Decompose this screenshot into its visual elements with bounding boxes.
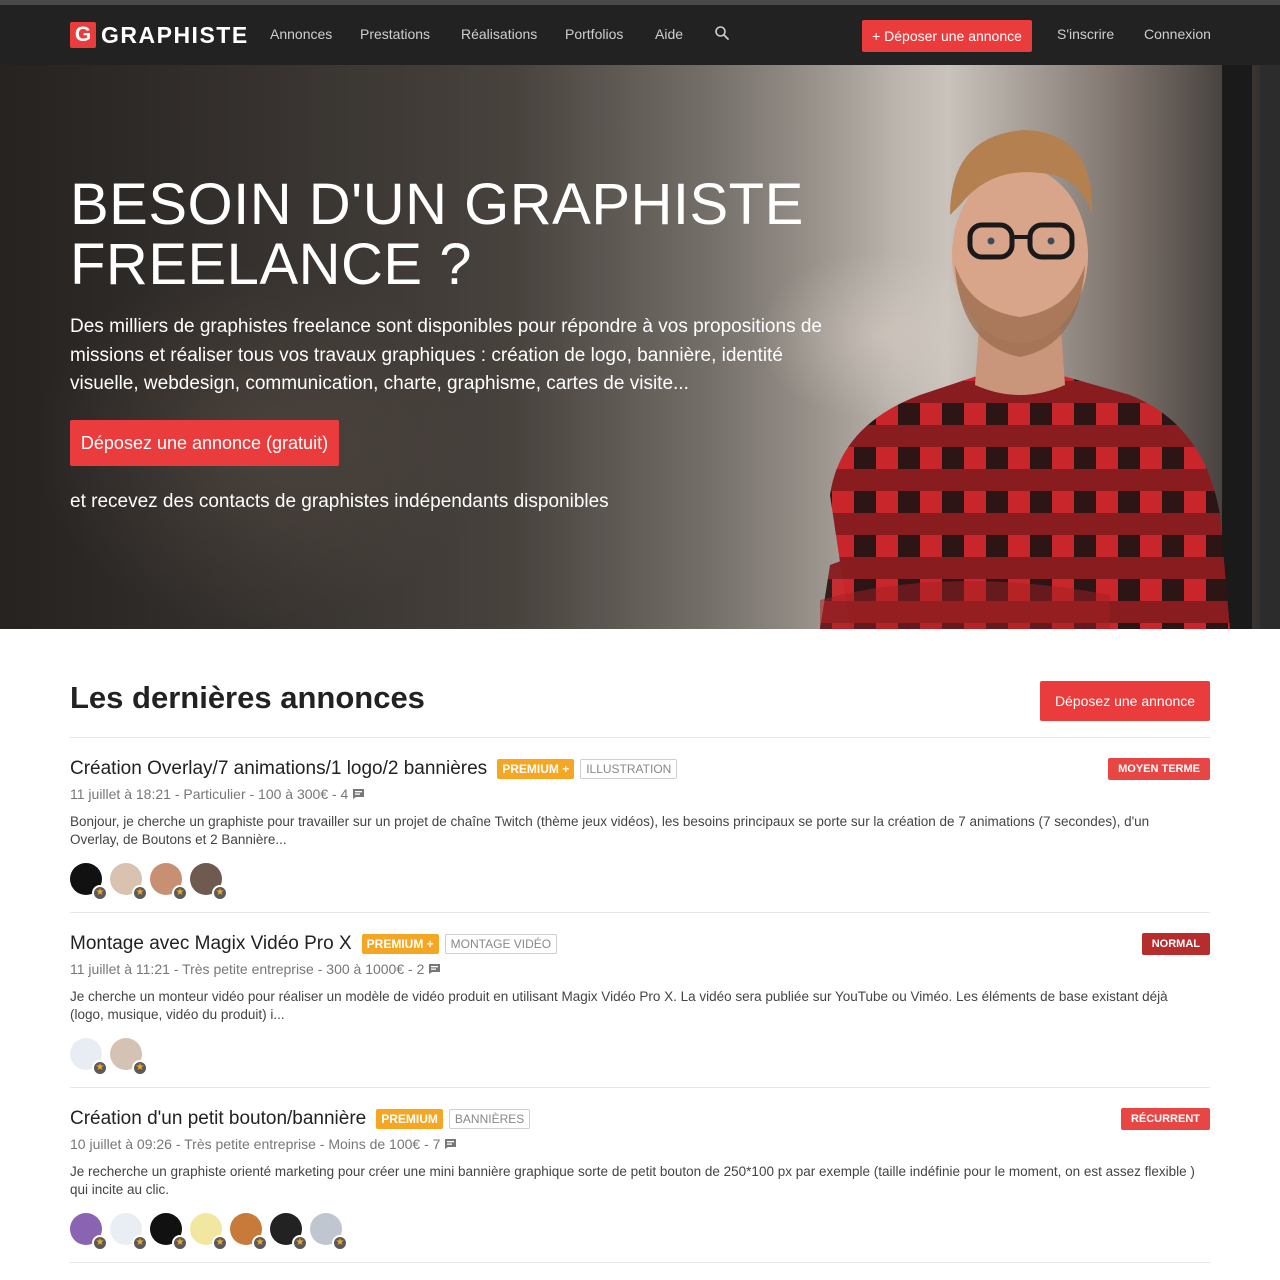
star-icon <box>132 1060 148 1076</box>
section-post-ad-button[interactable]: Déposez une annonce <box>1040 681 1210 721</box>
ad-listing-2: Montage avec Magix Vidéo Pro X PREMIUM +… <box>70 932 1210 1076</box>
premium-badge: PREMIUM + <box>361 934 439 954</box>
search-icon[interactable] <box>714 25 730 41</box>
star-icon <box>92 1060 108 1076</box>
ad-meta: 11 juillet à 18:21 - Particulier - 100 à… <box>70 786 349 802</box>
nav-annonces[interactable]: Annonces <box>270 26 332 42</box>
avatar[interactable] <box>310 1213 348 1251</box>
star-icon <box>292 1235 308 1251</box>
premium-badge: PREMIUM + <box>497 759 575 779</box>
category-badge[interactable]: ILLUSTRATION <box>580 759 678 779</box>
avatar[interactable] <box>110 863 148 901</box>
ad-title[interactable]: Création Overlay/7 animations/1 logo/2 b… <box>70 758 487 780</box>
star-icon <box>212 885 228 901</box>
term-badge: NORMAL <box>1141 933 1210 955</box>
avatar[interactable] <box>110 1038 148 1076</box>
ad-description: Je recherche un graphiste orienté market… <box>70 1164 1195 1197</box>
star-icon <box>172 1235 188 1251</box>
navbar: G GRAPHISTE Annonces Prestations Réalisa… <box>0 5 1280 65</box>
category-badge[interactable]: MONTAGE VIDÉO <box>444 934 558 954</box>
logo-mark: G <box>70 22 96 48</box>
hero-portrait-image <box>820 130 1230 629</box>
term-badge: RÉCURRENT <box>1120 1108 1210 1130</box>
site-logo[interactable]: G GRAPHISTE <box>70 22 249 48</box>
ad-title[interactable]: Montage avec Magix Vidéo Pro X <box>70 933 352 955</box>
avatar[interactable] <box>70 1038 108 1076</box>
nav-realisations[interactable]: Réalisations <box>461 26 537 42</box>
message-icon <box>353 789 365 799</box>
nav-aide[interactable]: Aide <box>655 26 683 42</box>
star-icon <box>172 885 188 901</box>
avatar[interactable] <box>150 1213 188 1251</box>
star-icon <box>132 1235 148 1251</box>
hero-title-line-2: FREELANCE ? <box>70 232 472 297</box>
message-icon <box>429 964 441 974</box>
applicant-avatars <box>70 863 1210 901</box>
hero-banner: BESOIN D'UN GRAPHISTE FREELANCE ? Des mi… <box>0 65 1280 629</box>
ad-description: Je cherche un monteur vidéo pour réalise… <box>70 989 1168 1022</box>
hero-background-wall <box>1260 65 1280 629</box>
avatar[interactable] <box>70 1213 108 1251</box>
divider <box>70 1087 1210 1088</box>
applicant-avatars <box>70 1213 1210 1251</box>
term-badge: MOYEN TERME <box>1108 758 1210 780</box>
divider <box>70 737 1210 738</box>
avatar[interactable] <box>190 863 228 901</box>
avatar[interactable] <box>70 863 108 901</box>
latest-ads-title: Les dernières annonces <box>70 680 425 715</box>
category-badge[interactable]: BANNIÈRES <box>448 1109 531 1129</box>
premium-badge: PREMIUM <box>376 1109 443 1129</box>
avatar[interactable] <box>190 1213 228 1251</box>
divider <box>70 912 1210 913</box>
ad-listing-1: Création Overlay/7 animations/1 logo/2 b… <box>70 757 1210 901</box>
star-icon <box>332 1235 348 1251</box>
hero-title: BESOIN D'UN GRAPHISTE FREELANCE ? <box>70 175 830 295</box>
message-icon <box>445 1139 457 1149</box>
star-icon <box>92 1235 108 1251</box>
nav-prestations[interactable]: Prestations <box>360 26 430 42</box>
hero-subtext: et recevez des contacts de graphistes in… <box>70 491 609 512</box>
signup-link[interactable]: S'inscrire <box>1057 26 1114 42</box>
nav-portfolios[interactable]: Portfolios <box>565 26 623 42</box>
hero-title-line-1: BESOIN D'UN GRAPHISTE <box>70 172 804 237</box>
ad-meta: 10 juillet à 09:26 - Très petite entrepr… <box>70 1136 441 1152</box>
login-link[interactable]: Connexion <box>1144 26 1211 42</box>
star-icon <box>212 1235 228 1251</box>
ad-meta: 11 juillet à 11:21 - Très petite entrepr… <box>70 961 425 977</box>
logo-wordmark: GRAPHISTE <box>101 21 249 48</box>
avatar[interactable] <box>150 863 188 901</box>
hero-description: Des milliers de graphistes freelance son… <box>70 316 822 394</box>
ad-description: Bonjour, je cherche un graphiste pour tr… <box>70 814 1150 847</box>
star-icon <box>252 1235 268 1251</box>
divider <box>70 1262 1210 1263</box>
ad-listing-3: Création d'un petit bouton/bannière PREM… <box>70 1107 1210 1251</box>
avatar[interactable] <box>270 1213 308 1251</box>
applicant-avatars <box>70 1038 1210 1076</box>
star-icon <box>132 885 148 901</box>
avatar[interactable] <box>230 1213 268 1251</box>
hero-post-ad-button[interactable]: Déposez une annonce (gratuit) <box>70 420 339 466</box>
star-icon <box>92 885 108 901</box>
avatar[interactable] <box>110 1213 148 1251</box>
post-ad-button[interactable]: + Déposer une annonce <box>862 20 1032 52</box>
ad-title[interactable]: Création d'un petit bouton/bannière <box>70 1108 366 1130</box>
